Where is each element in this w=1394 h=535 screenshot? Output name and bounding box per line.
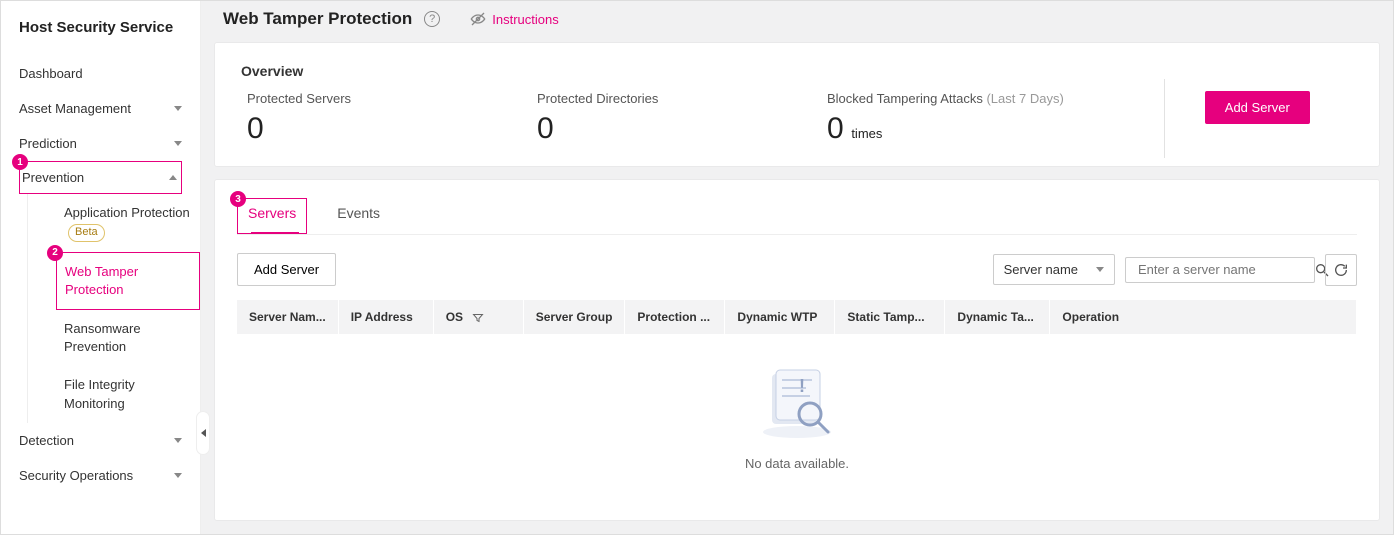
- col-server-name[interactable]: Server Nam...: [237, 300, 338, 334]
- tab-label: Events: [337, 205, 380, 221]
- chevron-down-icon: [1096, 267, 1104, 272]
- servers-table: Server Nam... IP Address OS Server Group…: [237, 300, 1357, 334]
- stat-blocked-attacks: Blocked Tampering Attacks (Last 7 Days) …: [827, 91, 1064, 146]
- overview-card: Overview Protected Servers 0 Protected D…: [215, 43, 1379, 166]
- empty-illustration-icon: !: [237, 360, 1357, 440]
- chevron-down-icon: [174, 141, 182, 146]
- beta-badge: Beta: [68, 224, 105, 241]
- page-header: Web Tamper Protection ? Instructions: [201, 1, 1393, 43]
- chevron-down-icon: [174, 438, 182, 443]
- tab-events[interactable]: Events: [335, 199, 382, 233]
- add-server-button-toolbar[interactable]: Add Server: [237, 253, 336, 286]
- sidebar-item-label: Prediction: [19, 136, 77, 151]
- sidebar-item-label: Dashboard: [19, 66, 83, 81]
- stat-protected-servers: Protected Servers 0: [247, 91, 447, 146]
- sidebar-item-label: Web Tamper Protection: [65, 264, 138, 297]
- chevron-up-icon: [169, 175, 177, 180]
- tab-servers[interactable]: Servers 3: [237, 198, 307, 234]
- stat-value: 0: [537, 112, 554, 145]
- servers-panel: Servers 3 Events Add Server Server name: [215, 180, 1379, 520]
- sidebar-item-asset-management[interactable]: Asset Management: [1, 91, 200, 126]
- instructions-link[interactable]: Instructions: [470, 11, 558, 27]
- instructions-label: Instructions: [492, 12, 558, 27]
- page-title: Web Tamper Protection: [223, 9, 412, 29]
- vertical-divider: [1164, 79, 1165, 158]
- chevron-left-icon: [201, 429, 206, 437]
- sidebar-item-web-tamper-protection[interactable]: Web Tamper Protection 2: [56, 252, 200, 310]
- empty-text: No data available.: [237, 456, 1357, 471]
- stat-label: Protected Directories: [537, 91, 737, 106]
- sidebar-item-label: Detection: [19, 433, 74, 448]
- tab-label: Servers: [248, 205, 296, 221]
- col-operation[interactable]: Operation: [1050, 300, 1357, 334]
- callout-badge-3: 3: [230, 191, 246, 207]
- stat-protected-directories: Protected Directories 0: [537, 91, 737, 146]
- empty-state: ! No data available.: [237, 334, 1357, 477]
- filter-field-select[interactable]: Server name: [993, 254, 1115, 285]
- add-server-button[interactable]: Add Server: [1205, 91, 1310, 124]
- col-protection[interactable]: Protection ...: [625, 300, 725, 334]
- select-value: Server name: [1004, 262, 1078, 277]
- col-dynamic-tampering[interactable]: Dynamic Ta...: [945, 300, 1050, 334]
- sidebar-item-security-operations[interactable]: Security Operations: [1, 458, 200, 493]
- sidebar-item-label: File Integrity Monitoring: [64, 377, 135, 410]
- sidebar-item-file-integrity-monitoring[interactable]: File Integrity Monitoring: [56, 366, 200, 422]
- toolbar: Add Server Server name: [237, 253, 1357, 286]
- tab-underline: [251, 232, 299, 234]
- sidebar-item-ransomware-prevention[interactable]: Ransomware Prevention: [56, 310, 200, 366]
- tab-bar: Servers 3 Events: [237, 198, 1357, 235]
- sidebar-item-label: Security Operations: [19, 468, 133, 483]
- sidebar-item-label: Asset Management: [19, 101, 131, 116]
- stat-label: Protected Servers: [247, 91, 447, 106]
- callout-badge-1: 1: [12, 154, 28, 170]
- col-ip-address[interactable]: IP Address: [338, 300, 433, 334]
- col-dynamic-wtp[interactable]: Dynamic WTP: [725, 300, 835, 334]
- sidebar: Host Security Service Dashboard Asset Ma…: [1, 1, 201, 534]
- sidebar-collapse-handle[interactable]: [196, 411, 210, 455]
- col-static-tampering[interactable]: Static Tamp...: [835, 300, 945, 334]
- sidebar-item-label: Application Protection: [64, 205, 190, 220]
- refresh-button[interactable]: [1325, 254, 1357, 286]
- main-content: Web Tamper Protection ? Instructions Ove…: [201, 1, 1393, 534]
- refresh-icon: [1333, 262, 1349, 278]
- sidebar-item-label: Ransomware Prevention: [64, 321, 141, 354]
- filter-icon: [472, 312, 484, 324]
- search-input-wrap: [1125, 257, 1315, 283]
- overview-heading: Overview: [241, 63, 1353, 79]
- svg-text:!: !: [799, 376, 805, 396]
- stat-label: Blocked Tampering Attacks (Last 7 Days): [827, 91, 1064, 106]
- overview-actions: Add Server: [1205, 91, 1310, 124]
- sidebar-title: Host Security Service: [1, 13, 200, 56]
- sidebar-item-application-protection[interactable]: Application Protection Beta: [56, 194, 200, 252]
- chevron-down-icon: [174, 473, 182, 478]
- stat-value: 0: [827, 112, 844, 145]
- search-input[interactable]: [1138, 262, 1314, 277]
- stat-value: 0: [247, 112, 264, 145]
- chevron-down-icon: [174, 106, 182, 111]
- sidebar-item-prediction[interactable]: Prediction: [1, 126, 200, 161]
- col-label: OS: [446, 310, 463, 324]
- col-os[interactable]: OS: [433, 300, 523, 334]
- stat-unit: times: [851, 126, 882, 141]
- sidebar-item-dashboard[interactable]: Dashboard: [1, 56, 200, 91]
- eye-off-icon: [470, 11, 486, 27]
- sidebar-item-prevention[interactable]: Prevention 1: [19, 161, 182, 194]
- callout-badge-2: 2: [47, 245, 63, 261]
- sidebar-item-label: Prevention: [22, 170, 84, 185]
- col-server-group[interactable]: Server Group: [523, 300, 625, 334]
- help-icon[interactable]: ?: [424, 11, 440, 27]
- stat-sublabel: (Last 7 Days): [986, 91, 1063, 106]
- sidebar-item-detection[interactable]: Detection: [1, 423, 200, 458]
